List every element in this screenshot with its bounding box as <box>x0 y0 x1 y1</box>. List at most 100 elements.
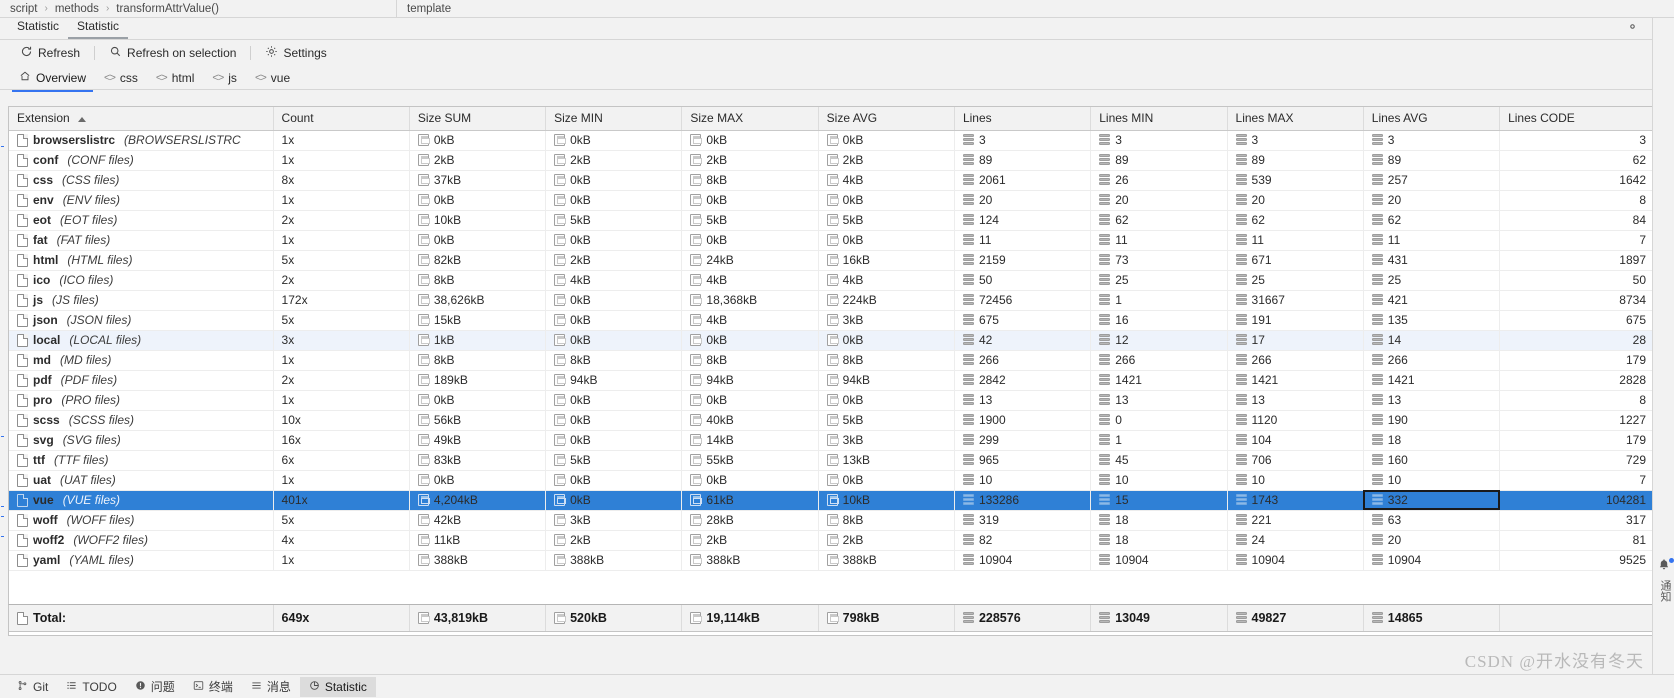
table-row[interactable]: pro (PRO files) 1x 0kB 0kB 0kB 0kB 13 13 13 13 8 <box>9 390 1654 411</box>
cell-size-avg[interactable]: 2kB <box>818 150 955 171</box>
cell-size-max[interactable]: 94kB <box>681 370 819 391</box>
cell-lines[interactable]: 20 <box>954 190 1092 211</box>
cell-extension[interactable]: conf (CONF files) <box>9 150 274 171</box>
table-row[interactable]: ttf (TTF files) 6x 83kB 5kB 55kB 13kB 965 45 706 1… <box>9 450 1654 471</box>
cell-size-min[interactable]: 0kB <box>545 290 683 311</box>
cell-size-min[interactable]: 0kB <box>545 230 683 251</box>
refresh-on-selection-button[interactable]: Refresh on selection <box>99 43 246 63</box>
cell-lines-min[interactable]: 89 <box>1090 150 1228 171</box>
cell-lines-avg[interactable]: 10904 <box>1363 550 1501 571</box>
cell-count[interactable]: 4x <box>273 530 410 551</box>
cell-lines-code[interactable]: 8734 <box>1499 290 1654 311</box>
status-item-terminal[interactable]: 终端 <box>184 675 242 698</box>
table-row[interactable]: conf (CONF files) 1x 2kB 2kB 2kB 2kB 89 89 89 89 62 <box>9 150 1654 171</box>
cell-size-avg[interactable]: 3kB <box>818 310 955 331</box>
cell-lines-min[interactable]: 1 <box>1090 290 1228 311</box>
cell-size-min[interactable]: 2kB <box>545 150 683 171</box>
table-row[interactable]: fat (FAT files) 1x 0kB 0kB 0kB 0kB 11 11 11 11 7 <box>9 230 1654 251</box>
column-header-size-max[interactable]: Size MAX <box>681 107 819 131</box>
cell-count[interactable]: 2x <box>273 210 410 231</box>
gear-icon[interactable] <box>1626 20 1639 35</box>
column-header-lines[interactable]: Lines <box>954 107 1092 131</box>
cell-size-sum[interactable]: 2kB <box>409 150 547 171</box>
cell-lines-avg[interactable]: 135 <box>1363 310 1501 331</box>
cell-lines-min[interactable]: 0 <box>1090 410 1228 431</box>
cell-lines-max[interactable]: 104 <box>1227 430 1364 451</box>
status-item-git[interactable]: Git <box>8 677 57 697</box>
cell-size-min[interactable]: 2kB <box>545 530 683 551</box>
breadcrumb-segment-methods[interactable]: methods <box>53 3 101 15</box>
cell-size-max[interactable]: 8kB <box>681 170 819 191</box>
cell-count[interactable]: 1x <box>273 390 410 411</box>
cell-size-max[interactable]: 40kB <box>681 410 819 431</box>
cell-lines-min[interactable]: 1421 <box>1090 370 1228 391</box>
cell-size-max[interactable]: 61kB <box>681 490 819 511</box>
cell-lines-max[interactable]: 13 <box>1227 390 1364 411</box>
cell-size-max[interactable]: 0kB <box>681 230 819 251</box>
scope-vue[interactable]: <> vue <box>246 69 299 87</box>
cell-size-sum[interactable]: 10kB <box>409 210 547 231</box>
cell-size-sum[interactable]: 8kB <box>409 270 547 291</box>
cell-lines-avg[interactable]: 190 <box>1363 410 1501 431</box>
cell-count[interactable]: 8x <box>273 170 410 191</box>
cell-lines-max[interactable]: 1743 <box>1227 490 1364 511</box>
cell-size-max[interactable]: 14kB <box>681 430 819 451</box>
cell-count[interactable]: 401x <box>273 490 410 511</box>
cell-size-sum[interactable]: 49kB <box>409 430 547 451</box>
cell-size-avg[interactable]: 4kB <box>818 170 955 191</box>
cell-lines[interactable]: 2061 <box>954 170 1092 191</box>
cell-lines-max[interactable]: 191 <box>1227 310 1364 331</box>
cell-count[interactable]: 10x <box>273 410 410 431</box>
cell-size-min[interactable]: 0kB <box>545 310 683 331</box>
cell-size-min[interactable]: 388kB <box>545 550 683 571</box>
cell-size-min[interactable]: 0kB <box>545 330 683 351</box>
cell-extension[interactable]: svg (SVG files) <box>9 430 274 451</box>
cell-size-sum[interactable]: 38,626kB <box>409 290 547 311</box>
cell-extension[interactable]: css (CSS files) <box>9 170 274 191</box>
cell-size-min[interactable]: 4kB <box>545 270 683 291</box>
table-row[interactable]: yaml (YAML files) 1x 388kB 388kB 388kB 388kB 10… <box>9 550 1654 571</box>
cell-extension[interactable]: yaml (YAML files) <box>9 550 274 571</box>
settings-button[interactable]: Settings <box>255 43 336 63</box>
cell-lines-max[interactable]: 10904 <box>1227 550 1364 571</box>
cell-lines-min[interactable]: 20 <box>1090 190 1228 211</box>
cell-lines[interactable]: 675 <box>954 310 1092 331</box>
table-row[interactable]: woff2 (WOFF2 files) 4x 11kB 2kB 2kB 2kB 82 18 24 2… <box>9 530 1654 551</box>
cell-extension[interactable]: ttf (TTF files) <box>9 450 274 471</box>
cell-lines-avg[interactable]: 14 <box>1363 330 1501 351</box>
cell-lines[interactable]: 133286 <box>954 490 1092 511</box>
cell-lines-code[interactable]: 179 <box>1499 350 1654 371</box>
cell-lines[interactable]: 124 <box>954 210 1092 231</box>
cell-lines-code[interactable]: 317 <box>1499 510 1654 531</box>
cell-size-avg[interactable]: 4kB <box>818 270 955 291</box>
cell-lines-code[interactable]: 3 <box>1499 130 1654 151</box>
cell-lines[interactable]: 2842 <box>954 370 1092 391</box>
cell-lines-min[interactable]: 45 <box>1090 450 1228 471</box>
cell-lines[interactable]: 42 <box>954 330 1092 351</box>
cell-lines-max[interactable]: 11 <box>1227 230 1364 251</box>
cell-size-sum[interactable]: 8kB <box>409 350 547 371</box>
cell-lines-avg[interactable]: 18 <box>1363 430 1501 451</box>
cell-size-min[interactable]: 0kB <box>545 130 683 151</box>
cell-size-avg[interactable]: 388kB <box>818 550 955 571</box>
cell-extension[interactable]: woff2 (WOFF2 files) <box>9 530 274 551</box>
cell-size-max[interactable]: 0kB <box>681 470 819 491</box>
cell-extension[interactable]: uat (UAT files) <box>9 470 274 491</box>
cell-lines-min[interactable]: 62 <box>1090 210 1228 231</box>
cell-extension[interactable]: json (JSON files) <box>9 310 274 331</box>
cell-size-max[interactable]: 388kB <box>681 550 819 571</box>
cell-size-max[interactable]: 0kB <box>681 130 819 151</box>
cell-count[interactable]: 1x <box>273 350 410 371</box>
statistic-table-container[interactable]: Extension Count Size SUM Size MIN Size M… <box>8 106 1655 636</box>
notification-bell-icon[interactable] <box>1657 558 1674 575</box>
cell-size-sum[interactable]: 189kB <box>409 370 547 391</box>
cell-size-avg[interactable]: 5kB <box>818 210 955 231</box>
cell-size-max[interactable]: 2kB <box>681 530 819 551</box>
cell-lines-avg[interactable]: 160 <box>1363 450 1501 471</box>
cell-size-avg[interactable]: 0kB <box>818 390 955 411</box>
cell-size-sum[interactable]: 42kB <box>409 510 547 531</box>
cell-lines[interactable]: 10904 <box>954 550 1092 571</box>
cell-size-sum[interactable]: 83kB <box>409 450 547 471</box>
cell-lines-min[interactable]: 12 <box>1090 330 1228 351</box>
cell-lines-max[interactable]: 25 <box>1227 270 1364 291</box>
